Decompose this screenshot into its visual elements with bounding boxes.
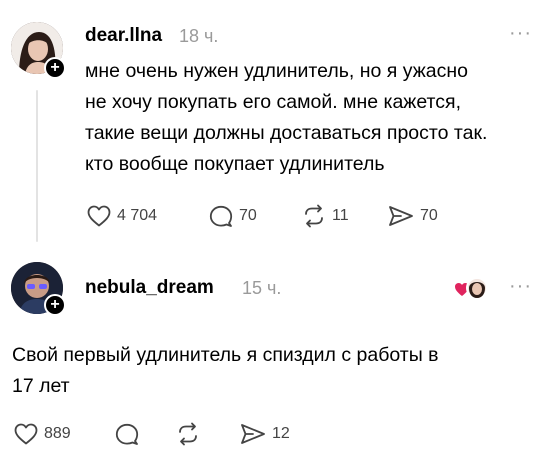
post-username[interactable]: dear.llna [85, 25, 162, 47]
follow-plus-icon[interactable]: + [44, 57, 66, 79]
share-button[interactable]: 70 [387, 204, 438, 228]
heart-icon [14, 423, 38, 445]
like-button[interactable]: 4 704 [86, 204, 157, 228]
like-count: 889 [44, 425, 71, 442]
liked-by-author-badge [454, 276, 488, 302]
repost-icon [179, 422, 197, 446]
repost-icon [305, 204, 323, 228]
comment-icon [115, 423, 139, 445]
comment-count: 70 [239, 207, 257, 224]
post-text-line: не хочу покупать его самой. мне кажется, [85, 91, 461, 113]
repost-button[interactable] [175, 422, 201, 446]
post-text-line: мне очень нужен удлинитель, но я ужасно [85, 60, 468, 82]
share-count: 70 [420, 207, 438, 224]
post-time: 15 ч. [242, 278, 282, 298]
comment-button[interactable]: 70 [208, 204, 257, 228]
like-count: 4 704 [117, 207, 158, 224]
post-username[interactable]: nebula_dream [85, 277, 214, 299]
share-icon [241, 424, 265, 444]
post-text-line: такие вещи должны доставаться просто так… [85, 122, 488, 144]
share-button[interactable]: 12 [239, 422, 290, 446]
comment-button[interactable] [114, 422, 140, 446]
more-icon[interactable]: ··· [509, 22, 532, 45]
post-text: Свой первый удлинитель я спиздил с работ… [12, 340, 547, 402]
post-text-line: 17 лет [12, 375, 70, 397]
follow-plus-icon[interactable]: + [44, 294, 66, 316]
like-button[interactable]: 889 [13, 422, 71, 446]
repost-button[interactable]: 11 [301, 204, 349, 228]
share-count: 12 [272, 425, 290, 442]
repost-count: 11 [332, 207, 349, 224]
post-text: мне очень нужен удлинитель, но я ужасно … [85, 56, 550, 180]
post-text-line: Свой первый удлинитель я спиздил с работ… [12, 344, 439, 366]
thread-line [36, 90, 38, 242]
heart-icon [87, 205, 111, 227]
share-icon [389, 206, 413, 226]
post-text-line: кто вообще покупает удлинитель [85, 153, 385, 175]
post-time: 18 ч. [179, 26, 219, 46]
more-icon[interactable]: ··· [509, 275, 532, 298]
comment-icon [209, 205, 233, 227]
